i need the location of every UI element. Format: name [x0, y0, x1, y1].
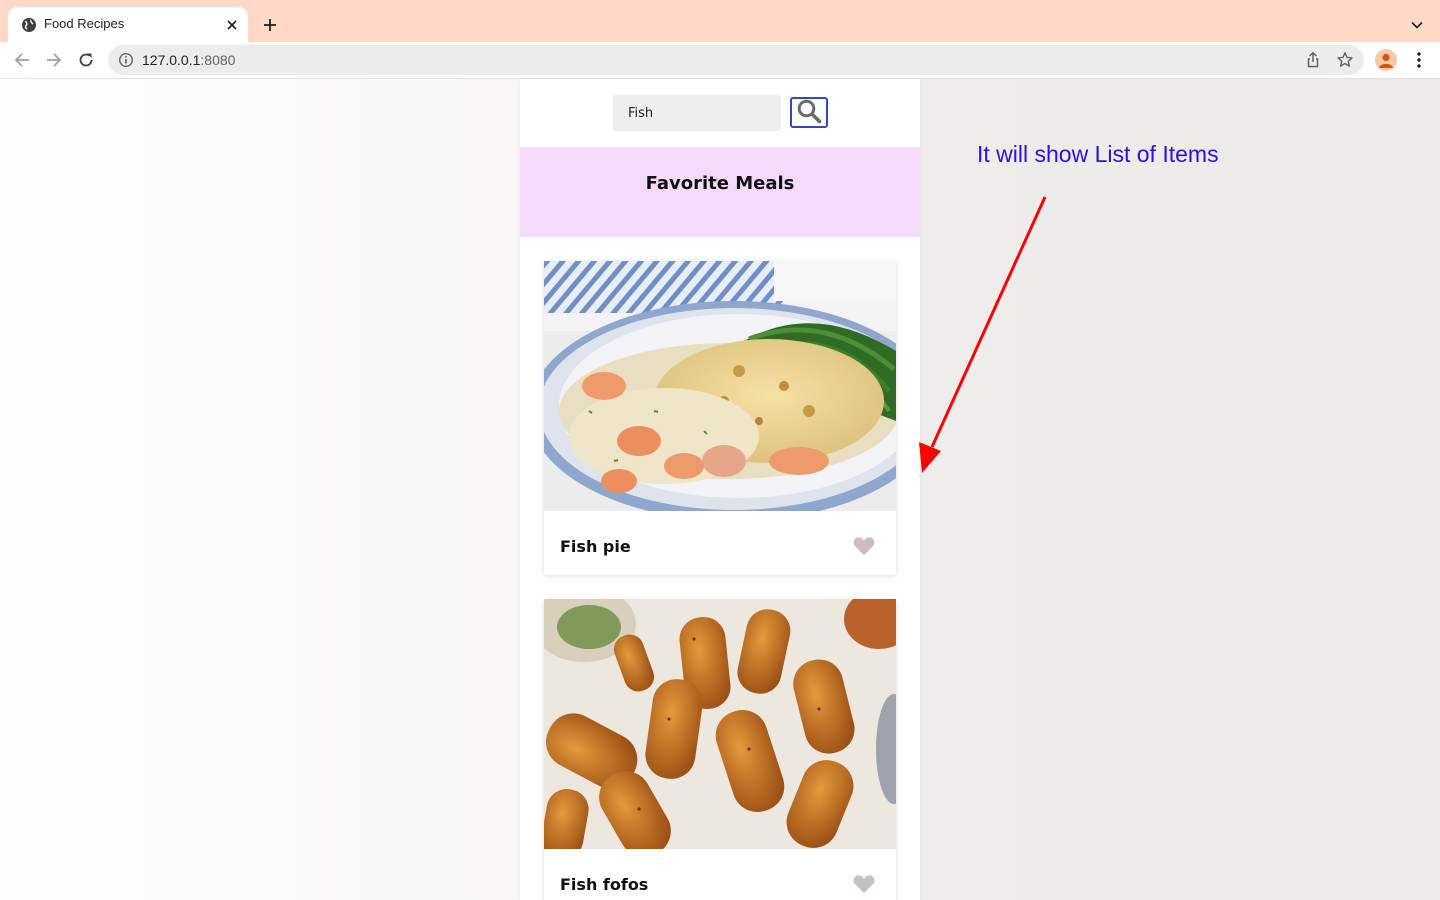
- tab-strip: Food Recipes: [0, 0, 1440, 42]
- browser-tab[interactable]: Food Recipes: [8, 7, 248, 42]
- page-viewport: Favorite Meals: [0, 79, 1440, 900]
- reload-icon[interactable]: [74, 48, 98, 72]
- kebab-icon[interactable]: [1410, 49, 1428, 71]
- plus-icon[interactable]: [259, 14, 281, 36]
- heart-icon[interactable]: [852, 535, 876, 557]
- meal-image-fish-fofos[interactable]: [544, 599, 896, 849]
- star-icon[interactable]: [1336, 51, 1354, 69]
- search-input[interactable]: [613, 95, 781, 131]
- meal-card[interactable]: Fish pie: [544, 261, 896, 575]
- meal-name: Fish fofos: [560, 875, 649, 894]
- favorite-meals-title: Favorite Meals: [645, 173, 795, 194]
- annotation-text: It will show List of Items: [977, 141, 1219, 167]
- tab-title: Food Recipes: [44, 16, 125, 31]
- search-icon: [796, 98, 822, 127]
- url-host: 127.0.0.1: [142, 52, 201, 68]
- meal-image-fish-pie[interactable]: [544, 261, 896, 511]
- meal-card[interactable]: Fish fofos: [544, 599, 896, 900]
- recipe-app: Favorite Meals: [520, 79, 920, 900]
- address-bar[interactable]: 127.0.0.1:8080: [108, 45, 1364, 75]
- share-icon[interactable]: [1304, 51, 1322, 69]
- globe-icon: [21, 17, 37, 33]
- url-text: 127.0.0.1:8080: [142, 52, 235, 68]
- annotation-arrow: [919, 196, 1047, 473]
- arrow-left-icon[interactable]: [10, 48, 34, 72]
- search-button[interactable]: [790, 97, 828, 128]
- favorite-meals-panel: Favorite Meals: [520, 147, 920, 237]
- search-bar: [520, 79, 920, 147]
- info-icon[interactable]: [118, 52, 134, 68]
- browser-toolbar: 127.0.0.1:8080: [0, 42, 1440, 79]
- heart-icon[interactable]: [852, 873, 876, 895]
- url-port: :8080: [200, 52, 236, 68]
- close-icon[interactable]: [223, 16, 241, 34]
- chevron-down-icon[interactable]: [1406, 14, 1428, 36]
- arrow-right-icon[interactable]: [42, 48, 66, 72]
- avatar[interactable]: [1375, 49, 1397, 71]
- meal-name: Fish pie: [560, 537, 631, 556]
